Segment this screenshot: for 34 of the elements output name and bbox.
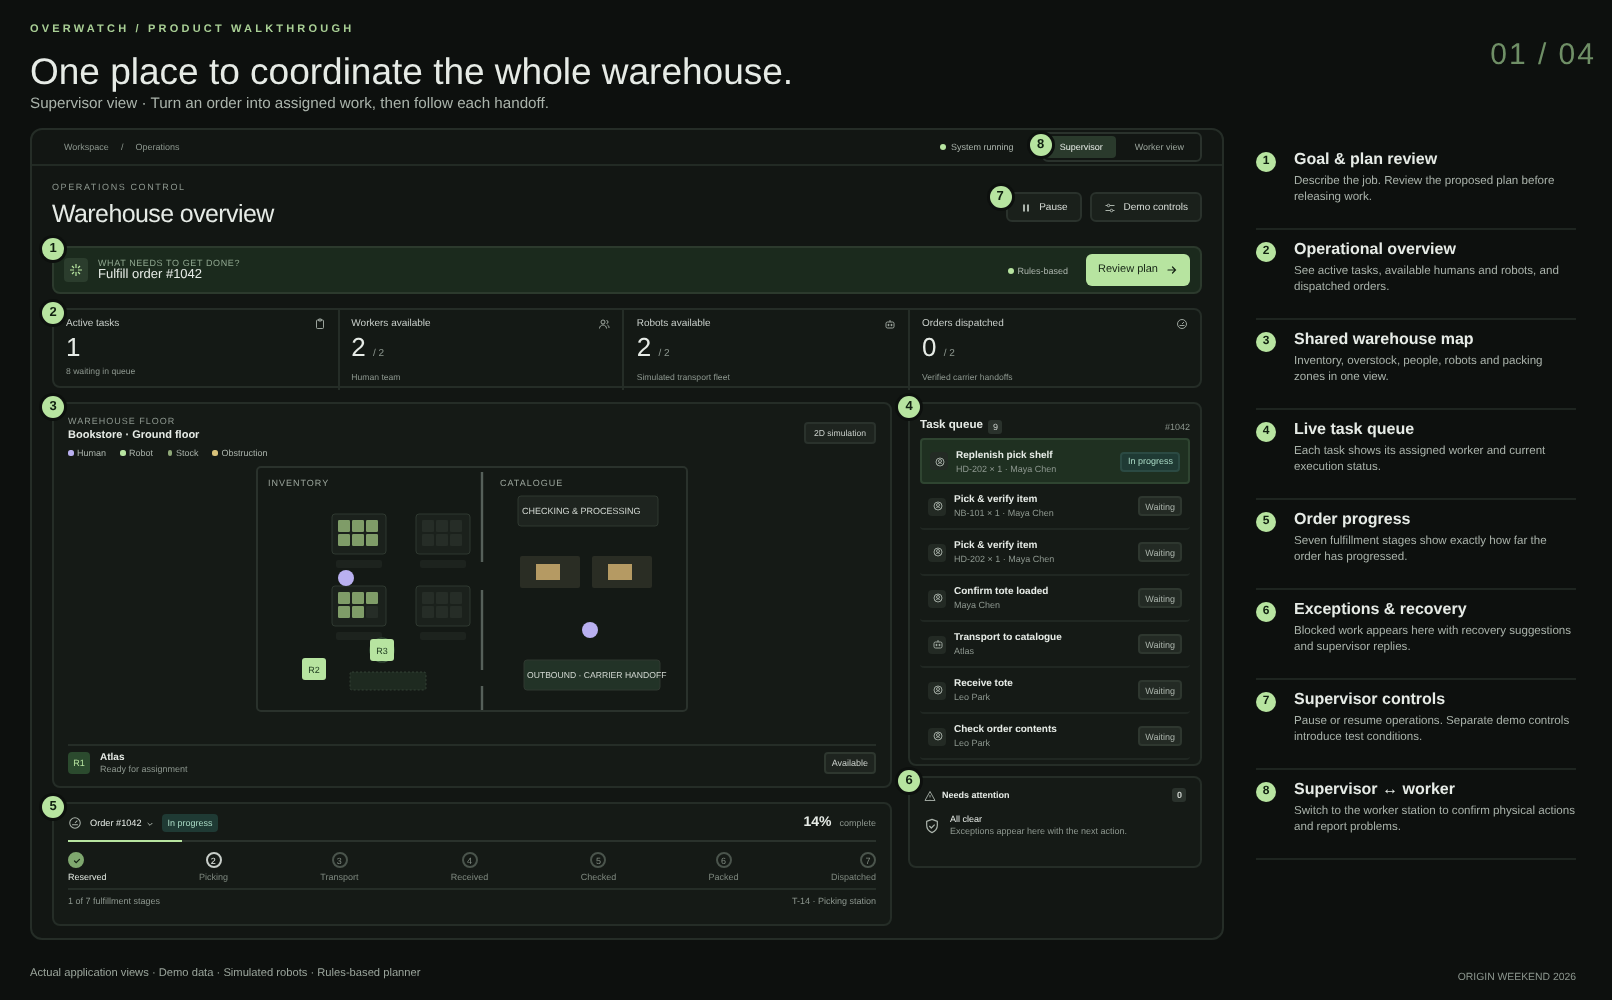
page-title: One place to coordinate the whole warehouse. <box>30 50 796 94</box>
pause-icon <box>1019 201 1032 213</box>
guide-title: Operational overview <box>1294 238 1458 260</box>
person-icon <box>931 500 943 512</box>
guide-title: Exceptions & recovery <box>1294 598 1469 620</box>
page-counter: 01 / 04 <box>1488 38 1596 74</box>
stat-value: 1 <box>66 334 83 362</box>
person-icon <box>931 546 943 558</box>
clipboard-icon <box>313 318 326 330</box>
guide-title: Shared warehouse map <box>1294 328 1476 350</box>
person-icon <box>933 455 945 467</box>
robot-icon <box>931 638 943 650</box>
guide-title: Supervisor ↔ worker <box>1294 778 1457 800</box>
warning-icon <box>924 789 936 801</box>
guide-title: Supervisor controls <box>1294 688 1448 710</box>
guide-title: Live task queue <box>1294 418 1417 440</box>
robot-icon <box>884 318 896 330</box>
person-icon <box>598 318 611 330</box>
person-icon <box>931 730 943 742</box>
person-icon <box>931 684 943 696</box>
status-dot <box>939 144 946 150</box>
section-title: Warehouse overview <box>52 198 274 230</box>
guide-title: Order progress <box>1294 508 1413 530</box>
person-icon <box>931 592 943 604</box>
caret-icon <box>145 819 154 827</box>
status-dot <box>1007 267 1014 273</box>
gauge-icon <box>1176 318 1188 330</box>
sliders-icon <box>1103 201 1116 213</box>
arrow-icon <box>1166 264 1178 276</box>
guide-title: Goal & plan review <box>1294 148 1440 170</box>
shield-icon <box>924 817 940 833</box>
robot-marker <box>370 639 394 661</box>
gauge-icon <box>68 816 82 830</box>
robot-marker <box>302 658 326 680</box>
